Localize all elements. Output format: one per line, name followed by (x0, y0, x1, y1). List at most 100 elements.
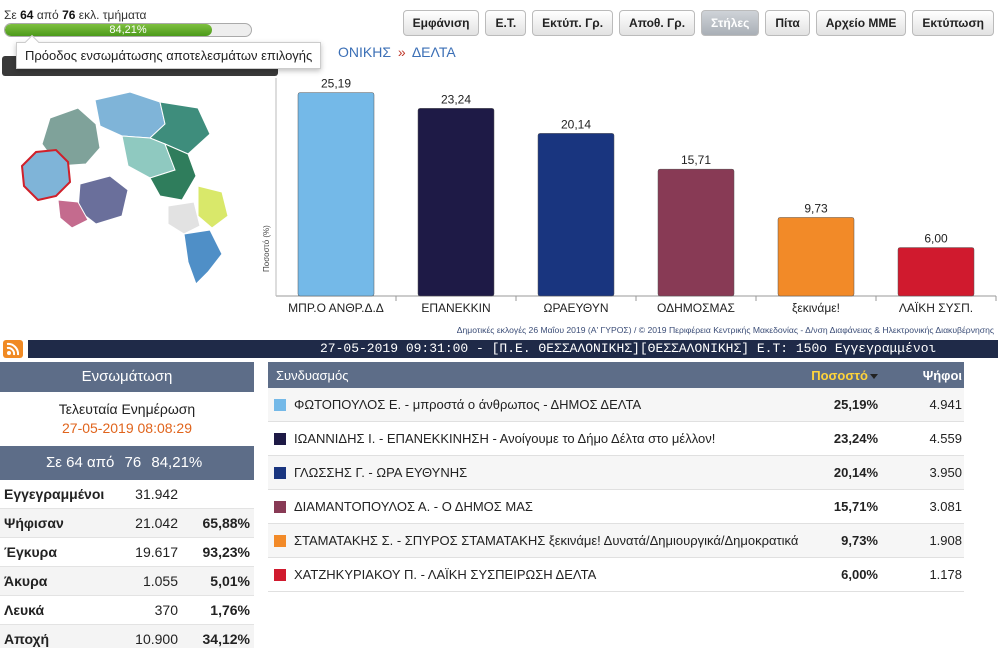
stats-progress: Σε 64 από 76 84,21% (0, 446, 254, 480)
stats-value: 21.042 (135, 515, 178, 531)
stats-percent: 93,23% (202, 544, 250, 560)
party-percent: 20,14% (833, 465, 878, 480)
stats-progress-counted: Σε 64 από (46, 454, 115, 471)
result-row[interactable]: ΣΤΑΜΑΤΑΚΗΣ Σ. - ΣΠΥΡΟΣ ΣΤΑΜΑΤΑΚΗΣ ξεκινά… (268, 524, 964, 558)
stats-label: Εγγεγραμμένοι (4, 486, 105, 502)
last-update-label: Τελευταία Ενημέρωση (58, 401, 196, 417)
map-area[interactable] (197, 185, 229, 229)
stats-percent: 65,88% (202, 515, 250, 531)
news-ticker: 27-05-2019 09:31:00 - [Π.Ε. ΘΕΣΣΑΛΟΝΙΚΗΣ… (28, 340, 998, 358)
party-votes: 4.559 (929, 431, 962, 446)
stats-row: Αποχή 10.900 34,12% (0, 625, 254, 648)
party-color-swatch (274, 466, 286, 479)
chart-bar (657, 168, 735, 297)
tooltip-caret (24, 34, 40, 50)
party-color-swatch (274, 432, 286, 445)
y-axis-label: Ποσοστό (%) (262, 225, 271, 272)
result-row[interactable]: ΙΩΑΝΝΙΔΗΣ Ι. - ΕΠΑΝΕΚΚΙΝΗΣΗ - Ανοίγουμε … (268, 422, 964, 456)
party-color-swatch (274, 500, 286, 513)
stats-label: Έγκυρα (4, 544, 57, 560)
party-name: ΣΤΑΜΑΤΑΚΗΣ Σ. - ΣΠΥΡΟΣ ΣΤΑΜΑΤΑΚΗΣ ξεκινά… (294, 533, 799, 548)
party-votes: 3.950 (929, 465, 962, 480)
bar-value-label: 20,14 (561, 117, 591, 131)
show-button[interactable]: Εμφάνιση (402, 10, 480, 36)
stats-value: 10.900 (135, 631, 178, 647)
progress-suffix: εκλ. τμήματα (78, 8, 147, 22)
party-name: ΙΩΑΝΝΙΔΗΣ Ι. - ΕΠΑΝΕΚΚΙΝΗΣΗ - Ανοίγουμε … (294, 431, 716, 446)
breadcrumb: ΟΝΙΚΗΣ » ΔΕΛΤΑ (338, 44, 456, 60)
result-row[interactable]: ΔΙΑΜΑΝΤΟΠΟΥΛΟΣ Α. - Ο ΔΗΜΟΣ ΜΑΣ 15,71% 3.0… (268, 490, 964, 524)
stats-table: Εγγεγραμμένοι 31.942 Ψήφισαν 21.042 65,88% Έγ… (0, 480, 254, 648)
rss-glyph (6, 342, 20, 356)
pie-button[interactable]: Πίτα (765, 10, 810, 36)
integration-title: Ενσωμάτωση (0, 362, 254, 392)
last-update: Τελευταία Ενημέρωση 27-05-2019 08:08:29 (0, 392, 254, 446)
progress-bar[interactable]: 84,21% (4, 23, 252, 37)
save-chart-button[interactable]: Αποθ. Γρ. (619, 10, 696, 36)
bar-value-label: 15,71 (681, 153, 711, 167)
party-percent: 9,73% (841, 533, 878, 548)
progress-prefix: Σε (4, 8, 17, 22)
progress-tooltip: Πρόοδος ενσωμάτωσης αποτελεσμάτων επιλογ… (16, 34, 322, 69)
party-name: ΔΙΑΜΑΝΤΟΠΟΥΛΟΣ Α. - Ο ΔΗΜΟΣ ΜΑΣ (294, 499, 533, 514)
tooltip-text: Πρόοδος ενσωμάτωσης αποτελεσμάτων επιλογ… (25, 48, 313, 63)
party-votes: 1.908 (929, 533, 962, 548)
result-row[interactable]: ΓΛΩΣΣΗΣ Γ. - ΩΡΑ ΕΥΘΥΝΗΣ 20,14% 3.950 (268, 456, 964, 490)
sort-desc-icon (870, 373, 878, 379)
header-votes[interactable]: Ψήφοι (878, 368, 964, 383)
map-area-selected[interactable] (20, 148, 72, 202)
media-archive-button[interactable]: Αρχείο ΜΜΕ (815, 10, 907, 36)
category-label: ΜΠΡ.Ο ΑΝΘΡ.Δ.Δ (288, 301, 384, 315)
chart-bar (537, 133, 615, 297)
toolbar: Εμφάνιση Ε.Τ. Εκτύπ. Γρ. Αποθ. Γρ. Στήλε… (402, 10, 994, 36)
stats-row: Εγγεγραμμένοι 31.942 (0, 480, 254, 509)
chart-bar (417, 108, 495, 297)
results-table: Συνδυασμός Ποσοστό Ψήφοι ΦΩΤΟΠΟΥΛΟΣ Ε. -… (268, 362, 964, 592)
results-rows: ΦΩΤΟΠΟΥΛΟΣ Ε. - μπροστά ο άνθρωπος - ΔΗΜ… (268, 388, 964, 592)
et-button[interactable]: Ε.Τ. (485, 10, 527, 36)
chart-bar (777, 217, 855, 297)
result-row[interactable]: ΧΑΤΖΗΚΥΡΙΑΚΟΥ Π. - ΛΑΪΚΗ ΣΥΣΠΕΙΡΩΣΗ ΔΕΛΤ… (268, 558, 964, 592)
party-color-swatch (274, 534, 286, 547)
map-area[interactable] (183, 229, 223, 285)
region-map[interactable] (0, 78, 265, 308)
bar-value-label: 6,00 (924, 232, 948, 246)
last-update-timestamp: 27-05-2019 08:08:29 (62, 420, 192, 436)
print-button[interactable]: Εκτύπωση (912, 10, 994, 36)
stats-value: 19.617 (135, 544, 178, 560)
category-label: ΩΡΑΕΥΘΥΝ (543, 301, 608, 315)
stats-percent: 5,01% (210, 573, 250, 589)
map-area[interactable] (94, 91, 166, 139)
breadcrumb-separator: » (397, 44, 406, 60)
progress-total: 76 (62, 8, 76, 22)
chart-bar (897, 247, 975, 297)
columns-button[interactable]: Στήλες (701, 10, 760, 36)
bar-value-label: 9,73 (804, 201, 828, 215)
print-chart-button[interactable]: Εκτύπ. Γρ. (532, 10, 614, 36)
stats-value: 1.055 (142, 573, 178, 589)
stats-label: Αποχή (4, 631, 50, 647)
progress-middle: από (36, 8, 59, 22)
party-color-swatch (274, 398, 286, 411)
category-label: ΟΔΗΜΟΣΜΑΣ (657, 301, 735, 315)
header-combination[interactable]: Συνδυασμός (268, 368, 802, 383)
stats-progress-total: 76 (124, 454, 142, 471)
progress-label: Σε 64 από 76 εκλ. τμήματα (4, 8, 146, 22)
bar-value-label: 25,19 (321, 77, 351, 91)
result-row[interactable]: ΦΩΤΟΠΟΥΛΟΣ Ε. - μπροστά ο άνθρωπος - ΔΗΜ… (268, 388, 964, 422)
map-area[interactable] (167, 201, 201, 235)
header-percent[interactable]: Ποσοστό (802, 368, 878, 383)
breadcrumb-municipality[interactable]: ΔΕΛΤΑ (412, 44, 456, 60)
header-percent-label: Ποσοστό (811, 367, 868, 383)
party-name: ΧΑΤΖΗΚΥΡΙΑΚΟΥ Π. - ΛΑΪΚΗ ΣΥΣΠΕΙΡΩΣΗ ΔΕΛΤ… (294, 567, 597, 582)
stats-row: Έγκυρα 19.617 93,23% (0, 538, 254, 567)
rss-icon[interactable] (3, 340, 23, 358)
category-label: ΛΑΪΚΗ ΣΥΣΠ. (899, 301, 973, 315)
breadcrumb-region[interactable]: ΟΝΙΚΗΣ (338, 44, 391, 60)
party-percent: 6,00% (841, 567, 878, 582)
stats-value: 370 (154, 602, 178, 618)
party-color-swatch (274, 568, 286, 581)
stats-percent: 34,12% (202, 631, 250, 647)
stats-row: Λευκά 370 1,76% (0, 596, 254, 625)
party-votes: 3.081 (929, 499, 962, 514)
